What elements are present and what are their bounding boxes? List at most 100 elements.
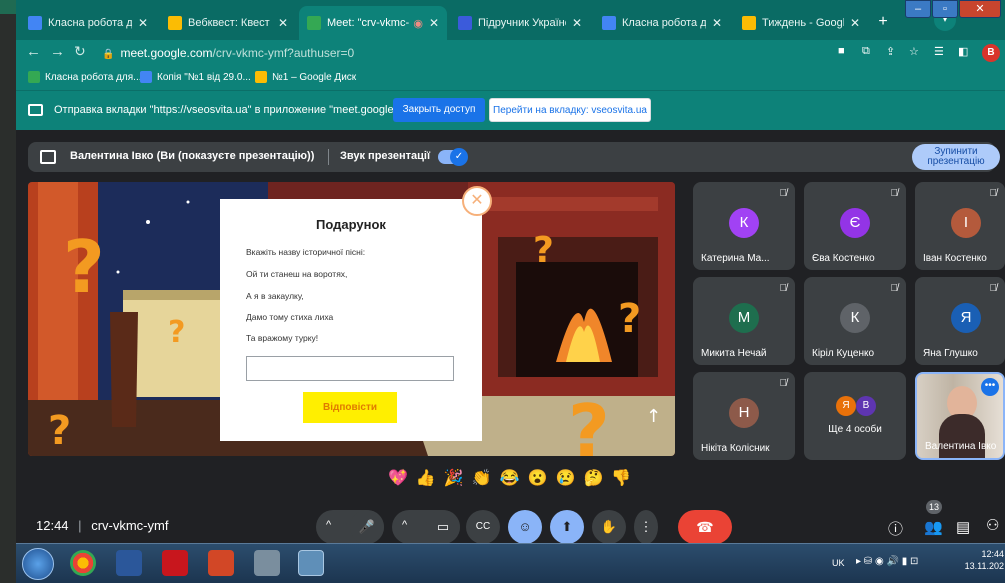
answer-input[interactable] bbox=[246, 356, 454, 381]
lock-icon: 🔒 bbox=[102, 49, 115, 60]
close-tab-icon[interactable]: ✕ bbox=[712, 16, 722, 30]
surprised-reaction-icon[interactable]: 😮 bbox=[528, 468, 548, 494]
mic-icon[interactable]: 🎤 bbox=[350, 510, 384, 544]
participant-tile[interactable]: 🎙̸ К Катерина Ма... bbox=[693, 182, 795, 270]
leave-call-button[interactable]: ☎ bbox=[678, 510, 732, 544]
bookmarks-bar: Класна робота для... Копія "№1 від 29.0.… bbox=[16, 66, 1005, 90]
thumbs-up-reaction-icon[interactable]: 👍 bbox=[416, 468, 436, 494]
close-tab-icon[interactable]: ✕ bbox=[278, 16, 288, 30]
emoji-reaction-icon[interactable]: ☺ bbox=[508, 510, 542, 544]
activities-icon[interactable]: ⚇ bbox=[986, 516, 999, 534]
tool-taskbar-icon[interactable] bbox=[254, 550, 280, 576]
laughing-reaction-icon[interactable]: 😂 bbox=[500, 468, 520, 494]
screen-share-icon bbox=[28, 104, 43, 116]
word-taskbar-icon[interactable] bbox=[116, 550, 142, 576]
side-panel-icon[interactable]: ◧ bbox=[958, 45, 968, 58]
stop-presenting-button[interactable]: Зупинити презентацію bbox=[912, 144, 1000, 170]
bookmark-item[interactable]: Класна робота для... bbox=[28, 71, 142, 83]
camera-options-chevron-icon[interactable]: ^ bbox=[402, 519, 407, 531]
stop-sharing-button[interactable]: Закрыть доступ bbox=[393, 98, 485, 122]
participant-tile[interactable]: 🎙̸ Н Нікіта Колісник bbox=[693, 372, 795, 460]
chrome-taskbar-icon[interactable] bbox=[70, 550, 96, 576]
system-tray-icons[interactable]: ▸ ⛁ ◉ 🔊 ▮ ⊡ bbox=[856, 556, 918, 567]
mic-off-icon: 🎙̸ bbox=[989, 283, 998, 294]
self-tile[interactable]: ••• Валентина Івко bbox=[915, 372, 1005, 460]
submit-answer-button[interactable]: Відповісти bbox=[303, 392, 397, 423]
participant-tile[interactable]: 🎙̸ І Іван Костенко bbox=[915, 182, 1005, 270]
audio-share-toggle[interactable]: ✓ bbox=[438, 148, 468, 166]
profile-avatar[interactable]: B bbox=[982, 44, 1000, 62]
new-tab-button[interactable]: + bbox=[873, 12, 893, 32]
participant-tile[interactable]: 🎙̸ М Микита Нечай bbox=[693, 277, 795, 365]
browser-tab[interactable]: Класна робота для курс ✕ bbox=[20, 6, 156, 40]
close-tab-icon[interactable]: ✕ bbox=[850, 16, 860, 30]
tab-title: Класна робота для курс bbox=[622, 17, 706, 29]
participant-tile[interactable]: 🎙̸ К Кіріл Куценко bbox=[804, 277, 906, 365]
presentation-taskbar-icon[interactable] bbox=[208, 550, 234, 576]
participant-tile[interactable]: 🎙̸ Я Яна Глушко bbox=[915, 277, 1005, 365]
share-icon[interactable]: ⇪ bbox=[886, 45, 895, 58]
minimize-icon[interactable]: – bbox=[905, 0, 931, 18]
crying-reaction-icon[interactable]: 😢 bbox=[556, 468, 576, 494]
more-options-vertical-icon[interactable]: ⋮ bbox=[634, 510, 658, 544]
svg-text:?: ? bbox=[63, 225, 105, 309]
captions-icon[interactable]: CC bbox=[466, 510, 500, 544]
tray-clock[interactable]: 12:44 13.11.202 bbox=[964, 548, 1004, 572]
gift-dialog: Подарунок Вкажіть назву історичної пісні… bbox=[220, 199, 482, 441]
participant-tile[interactable]: 🎙̸ Є Єва Костенко bbox=[804, 182, 906, 270]
close-tab-icon[interactable]: ✕ bbox=[572, 16, 582, 30]
classroom-icon bbox=[28, 71, 40, 83]
browser-tab[interactable]: Вебквест: Квест "Н ✕ bbox=[160, 6, 296, 40]
window-close-icon[interactable]: ✕ bbox=[959, 0, 1001, 18]
thumbs-down-reaction-icon[interactable]: 👎 bbox=[611, 468, 631, 494]
camera-icon[interactable]: ▭ bbox=[426, 510, 460, 544]
browser-tab[interactable]: Класна робота для курс ✕ bbox=[594, 6, 730, 40]
reload-icon[interactable]: ↻ bbox=[74, 43, 86, 60]
active-chrome-taskbar-icon[interactable] bbox=[298, 550, 324, 576]
party-popper-reaction-icon[interactable]: 🎉 bbox=[444, 468, 464, 494]
camera-indicator-icon[interactable]: ■ bbox=[838, 45, 845, 57]
close-tab-icon[interactable]: ✕ bbox=[138, 16, 148, 30]
start-button-icon[interactable] bbox=[22, 548, 54, 580]
bookmark-item[interactable]: Копія "№1 від 29.0... bbox=[140, 71, 251, 83]
acrobat-taskbar-icon[interactable] bbox=[162, 550, 188, 576]
media-control-icon[interactable]: ☰ bbox=[934, 45, 944, 58]
bookmark-label: №1 – Google Диск bbox=[272, 71, 357, 83]
browser-tab[interactable]: Підручник Українська ✕ bbox=[450, 6, 590, 40]
avatar: К bbox=[729, 208, 759, 238]
more-participants-tile[interactable]: Я В Ще 4 особи bbox=[804, 372, 906, 460]
browser-tab-bar: Класна робота для курс ✕ Вебквест: Квест… bbox=[16, 0, 1005, 40]
close-tab-icon[interactable]: ✕ bbox=[429, 16, 439, 30]
more-options-icon[interactable]: ••• bbox=[981, 378, 999, 396]
left-edge-highlight bbox=[0, 0, 16, 14]
heart-reaction-icon[interactable]: 💖 bbox=[388, 468, 408, 494]
docs-icon bbox=[140, 71, 152, 83]
bookmark-star-icon[interactable]: ☆ bbox=[909, 45, 919, 58]
present-screen-icon[interactable]: ⬆ bbox=[550, 510, 584, 544]
tab-title: Meet: "crv-vkmc-ym bbox=[327, 17, 410, 29]
maximize-icon[interactable]: ▫ bbox=[932, 0, 958, 18]
chat-icon[interactable]: ▤ bbox=[956, 518, 970, 536]
tab-sharing-infobar: Отправка вкладки "https://vseosvita.ua" … bbox=[16, 90, 1005, 130]
thinking-reaction-icon[interactable]: 🤔 bbox=[583, 468, 603, 494]
language-indicator[interactable]: UK bbox=[832, 558, 845, 568]
svg-text:?: ? bbox=[568, 389, 610, 456]
clapping-reaction-icon[interactable]: 👏 bbox=[472, 468, 492, 494]
dialog-close-icon[interactable]: ✕ bbox=[462, 186, 492, 216]
browser-tab-active[interactable]: Meet: "crv-vkmc-ym ◉ ✕ bbox=[299, 6, 447, 40]
url-omnibox[interactable]: 🔒 meet.google.com/crv-vkmc-ymf?authuser=0 bbox=[102, 43, 842, 63]
tab-favicon-icon bbox=[307, 16, 321, 30]
forward-arrow-icon[interactable]: → bbox=[50, 43, 65, 60]
info-icon[interactable]: ⓘ bbox=[888, 518, 903, 539]
back-arrow-icon[interactable]: ← bbox=[26, 43, 41, 60]
meet-window: Валентина Івко (Ви (показуєте презентаці… bbox=[16, 130, 1005, 544]
go-to-tab-button[interactable]: Перейти на вкладку: vseosvita.ua bbox=[489, 98, 651, 122]
translate-icon[interactable]: ⧉ bbox=[862, 45, 870, 58]
participant-name: Катерина Ма... bbox=[701, 253, 770, 264]
browser-tab[interactable]: Тиждень - Google Пре ✕ bbox=[734, 6, 868, 40]
tab-favicon-icon bbox=[458, 16, 472, 30]
raise-hand-icon[interactable]: ✋ bbox=[592, 510, 626, 544]
song-line: Та вражому турку! bbox=[246, 333, 319, 343]
mic-options-chevron-icon[interactable]: ^ bbox=[326, 519, 331, 531]
bookmark-item[interactable]: №1 – Google Диск bbox=[255, 71, 356, 83]
